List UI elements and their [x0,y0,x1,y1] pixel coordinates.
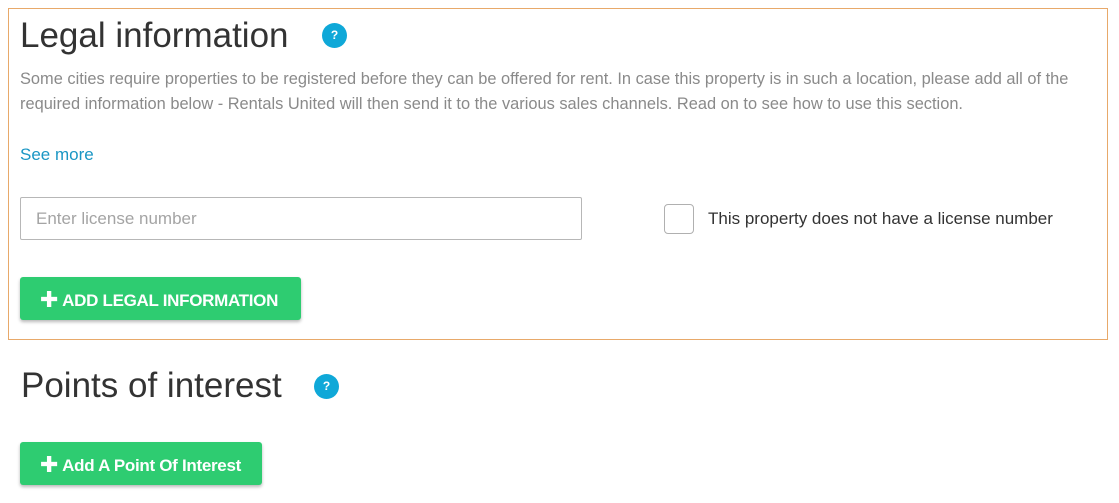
legal-information-title: Legal information [20,16,289,55]
no-license-checkbox[interactable] [664,204,694,234]
points-of-interest-title: Points of interest [21,366,282,405]
add-point-of-interest-label: Add A Point Of Interest [62,455,241,475]
help-icon[interactable]: ? [322,23,347,48]
license-number-input[interactable] [20,197,582,240]
no-license-label[interactable]: This property does not have a license nu… [708,208,1053,230]
add-legal-information-button[interactable]: ✚ ADD LEGAL INFORMATION [20,277,301,320]
see-more-link[interactable]: See more [20,142,94,167]
help-icon[interactable]: ? [314,374,339,399]
add-legal-information-label: ADD LEGAL INFORMATION [62,290,279,310]
legal-information-panel: Legal information ? Some cities require … [8,8,1108,340]
legal-information-description: Some cities require properties to be reg… [20,70,1069,113]
plus-icon: ✚ [40,451,59,477]
plus-icon: ✚ [40,286,59,312]
add-point-of-interest-button[interactable]: ✚ Add A Point Of Interest [20,442,262,485]
